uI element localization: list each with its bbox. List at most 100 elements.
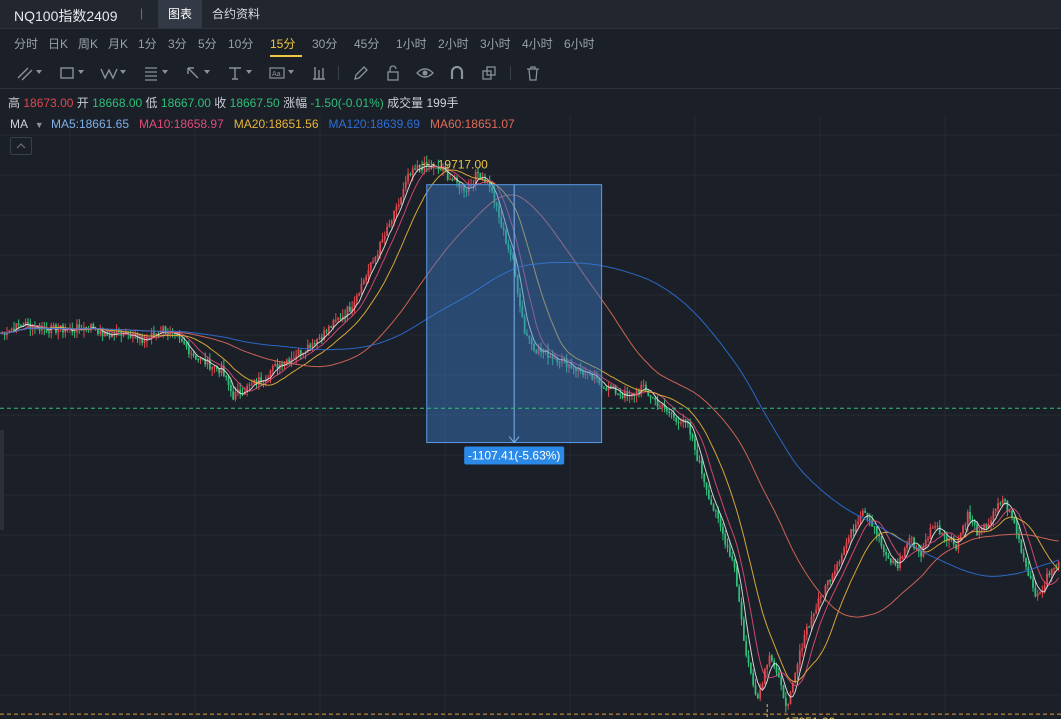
layers-icon[interactable] <box>480 64 498 82</box>
period-1[interactable]: 日K <box>48 35 68 52</box>
candle-body <box>759 689 762 699</box>
fib-icon[interactable] <box>142 64 160 82</box>
candle-body <box>805 626 808 635</box>
candle-body <box>924 540 927 546</box>
candle-body <box>931 527 934 529</box>
candle-body <box>339 318 342 320</box>
candle-body <box>10 328 13 331</box>
candle-body <box>829 580 832 582</box>
candle-body <box>700 461 703 474</box>
candle-body <box>733 559 736 568</box>
candle-body <box>379 242 381 255</box>
candle-body <box>766 664 769 670</box>
candle-body <box>721 526 724 534</box>
candle-body <box>927 538 929 541</box>
lock-icon[interactable] <box>384 64 402 82</box>
candle-body <box>381 239 384 243</box>
candle-body <box>880 536 883 547</box>
candle-body <box>847 537 850 543</box>
candle-body <box>213 366 216 368</box>
period-3[interactable]: 月K <box>108 35 128 52</box>
arrow-icon[interactable] <box>184 64 202 82</box>
ma-dropdown-icon[interactable]: ▼ <box>35 120 44 130</box>
side-panel-handle[interactable] <box>0 430 4 530</box>
candle-body <box>218 368 221 374</box>
candle-body <box>150 332 153 338</box>
trend-line-icon[interactable] <box>16 64 34 82</box>
candle-body <box>798 650 801 665</box>
period-5[interactable]: 3分 <box>168 35 187 52</box>
candle-body <box>183 341 186 345</box>
period-0[interactable]: 分时 <box>14 35 38 52</box>
candle-body <box>938 525 941 535</box>
period-15[interactable]: 6小时 <box>564 35 595 52</box>
rectangle-icon[interactable] <box>58 64 76 82</box>
period-14[interactable]: 4小时 <box>522 35 553 52</box>
candle-body <box>889 558 892 563</box>
ohlc-info: 高 18673.00 开 18668.00 低 18667.00 收 18667… <box>8 94 459 111</box>
candle-body <box>1022 552 1025 558</box>
volume-value: 199手 <box>426 96 459 110</box>
low-marker <box>766 704 768 719</box>
candle-body <box>1048 573 1051 576</box>
candle-body <box>920 551 922 557</box>
candle-body <box>770 655 773 661</box>
candle-body <box>652 397 654 399</box>
magnet-icon[interactable] <box>448 64 466 82</box>
candle-body <box>840 554 843 562</box>
period-9[interactable]: 30分 <box>312 35 337 52</box>
period-10[interactable]: 45分 <box>354 35 379 52</box>
candle-body <box>605 388 608 391</box>
candle-body <box>1004 499 1006 501</box>
candle-body <box>621 395 624 399</box>
period-6[interactable]: 5分 <box>198 35 217 52</box>
candle-body <box>782 685 785 699</box>
candle-body <box>409 173 412 175</box>
open-value: 18668.00 <box>92 96 143 110</box>
candle-body <box>696 449 699 461</box>
period-12[interactable]: 2小时 <box>438 35 469 52</box>
eye-icon[interactable] <box>416 64 434 82</box>
candle-body <box>896 564 899 568</box>
period-4[interactable]: 1分 <box>138 35 157 52</box>
close-value: 18667.50 <box>229 96 280 110</box>
candle-body <box>836 564 839 571</box>
candle-body <box>845 542 848 548</box>
price-chart[interactable]: -1107.41(-5.63%) 17351.00 19717.00 <box>0 115 1061 719</box>
period-bar: 分时 日K 周K 月K 1分 3分 5分 10分 15分 30分 45分 1小时 2小时 3小时 4小时 6小… <box>0 29 1061 57</box>
candle-body <box>369 262 372 271</box>
candle-body <box>826 580 829 586</box>
candle-body <box>815 609 818 614</box>
candle-body <box>964 525 967 527</box>
candle-body <box>810 616 813 627</box>
pencil-icon[interactable] <box>352 64 370 82</box>
tab-contract-info[interactable]: 合约资料 <box>202 0 270 28</box>
candle-body <box>187 346 190 355</box>
period-7[interactable]: 10分 <box>228 35 253 52</box>
candle-body <box>668 411 671 414</box>
wave-icon[interactable] <box>100 64 118 82</box>
low-label: 17351.00 <box>785 715 835 719</box>
ma-selector[interactable]: MA <box>10 117 27 131</box>
candle-body <box>288 359 291 363</box>
period-8[interactable]: 15分 <box>270 35 295 52</box>
label-icon[interactable]: Aa <box>268 64 286 82</box>
text-icon[interactable] <box>226 64 244 82</box>
candle-body <box>416 165 419 170</box>
candle-body <box>229 385 232 392</box>
candle-body <box>754 685 757 695</box>
candle-body <box>365 276 368 281</box>
candle-body <box>994 509 997 512</box>
trash-icon[interactable] <box>524 64 542 82</box>
candle-body <box>386 226 388 236</box>
period-2[interactable]: 周K <box>78 35 98 52</box>
tab-chart[interactable]: 图表 <box>158 0 203 28</box>
collapse-indicator-button[interactable] <box>10 137 32 155</box>
candle-body <box>966 511 969 526</box>
period-11[interactable]: 1小时 <box>396 35 427 52</box>
candle-body <box>833 570 836 575</box>
candle-tool-icon[interactable] <box>310 64 328 82</box>
period-13[interactable]: 3小时 <box>480 35 511 52</box>
candle-body <box>726 544 729 548</box>
change-value: -1.50(-0.01%) <box>310 96 384 110</box>
